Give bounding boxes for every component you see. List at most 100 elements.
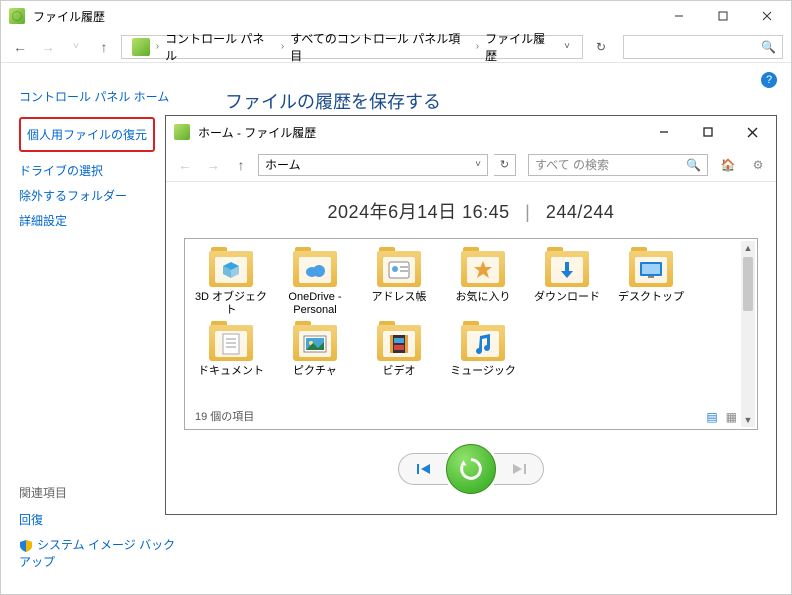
- folder-icon: [629, 251, 673, 287]
- folder-item[interactable]: 3D オブジェクト: [191, 247, 271, 321]
- inner-toolbar: ← → ↑ ホーム ˅ ↻ すべて の検索 🔍 🏠 ⚙: [166, 148, 776, 182]
- gear-icon[interactable]: ⚙: [748, 155, 768, 175]
- timestamp-count: 244/244: [546, 202, 615, 222]
- folder-item[interactable]: ドキュメント: [191, 321, 271, 382]
- folder-label: 3D オブジェクト: [193, 291, 269, 317]
- chevron-right-icon: ›: [476, 41, 479, 52]
- breadcrumb-bar[interactable]: › コントロール パネル › すべてのコントロール パネル項目 › ファイル履歴…: [121, 35, 583, 59]
- file-grid: 3D オブジェクト OneDrive - Personal アドレス帳 お気に入り ダウ…: [185, 239, 757, 391]
- inner-titlebar: ホーム - ファイル履歴: [166, 116, 776, 148]
- skip-back-icon: [416, 463, 432, 475]
- folder-item[interactable]: ピクチャ: [275, 321, 355, 382]
- restore-button[interactable]: [446, 444, 496, 494]
- maximize-button[interactable]: [701, 2, 745, 30]
- nav-exclude-folders[interactable]: 除外するフォルダー: [19, 183, 184, 208]
- scroll-up-icon[interactable]: ▲: [741, 241, 755, 255]
- folder-item[interactable]: アドレス帳: [359, 247, 439, 321]
- related-header: 関連項目: [19, 484, 184, 501]
- inner-forward-button[interactable]: →: [202, 154, 224, 176]
- folder-label: お気に入り: [456, 291, 511, 304]
- refresh-button[interactable]: ↻: [589, 35, 613, 59]
- outer-title: ファイル履歴: [33, 8, 657, 25]
- left-nav: コントロール パネル ホーム 個人用ファイルの復元 ドライブの選択 除外するフォ…: [19, 84, 184, 233]
- inner-address-text: ホーム: [259, 156, 469, 173]
- restore-controls: [166, 444, 776, 494]
- chevron-down-icon[interactable]: ˅: [469, 159, 487, 170]
- status-text: 19 個の項目: [195, 408, 254, 424]
- inner-close-button[interactable]: [730, 118, 774, 146]
- folder-label: ドキュメント: [198, 365, 264, 378]
- main-heading: ファイルの履歴を保存する: [225, 88, 441, 114]
- scroll-thumb[interactable]: [743, 257, 753, 311]
- inner-maximize-button[interactable]: [686, 118, 730, 146]
- inner-minimize-button[interactable]: [642, 118, 686, 146]
- help-icon[interactable]: ?: [761, 72, 777, 88]
- address-icon: [132, 38, 150, 56]
- back-button[interactable]: ←: [9, 36, 31, 58]
- folder-icon: [293, 325, 337, 361]
- folder-icon: [461, 251, 505, 287]
- previous-version-button[interactable]: [398, 453, 448, 485]
- breadcrumb-item[interactable]: ファイル履歴: [485, 30, 556, 64]
- scrollbar[interactable]: ▲ ▼: [741, 241, 755, 427]
- folder-label: デスクトップ: [618, 291, 684, 304]
- breadcrumb-item[interactable]: コントロール パネル: [165, 30, 275, 64]
- skip-forward-icon: [511, 463, 527, 475]
- home-icon[interactable]: 🏠: [718, 155, 738, 175]
- inner-back-button[interactable]: ←: [174, 154, 196, 176]
- inner-search-input[interactable]: すべて の検索 🔍: [528, 154, 708, 176]
- folder-item[interactable]: ダウンロード: [527, 247, 607, 321]
- folder-label: ミュージック: [450, 365, 516, 378]
- outer-titlebar: ファイル履歴: [1, 1, 791, 31]
- folder-icon: [377, 251, 421, 287]
- inner-up-button[interactable]: ↑: [230, 154, 252, 176]
- folder-icon: [209, 325, 253, 361]
- nav-system-image-backup[interactable]: システム イメージ バックアップ: [19, 532, 184, 574]
- breadcrumb-item[interactable]: すべてのコントロール パネル項目: [290, 30, 470, 64]
- nav-restore-files[interactable]: 個人用ファイルの復元: [27, 122, 147, 147]
- search-placeholder: すべて の検索: [535, 156, 609, 173]
- search-icon: 🔍: [686, 158, 701, 172]
- folder-icon: [293, 251, 337, 287]
- inner-refresh-button[interactable]: ↻: [494, 154, 516, 176]
- next-version-button[interactable]: [494, 453, 544, 485]
- inner-window: ホーム - ファイル履歴 ← → ↑ ホーム ˅ ↻ すべて の検索 🔍 🏠 ⚙: [165, 115, 777, 515]
- folder-icon: [377, 325, 421, 361]
- folder-item[interactable]: デスクトップ: [611, 247, 691, 321]
- folder-item[interactable]: ミュージック: [443, 321, 523, 382]
- nav-advanced[interactable]: 詳細設定: [19, 208, 184, 233]
- outer-search-input[interactable]: 🔍: [623, 35, 783, 59]
- folder-icon: [545, 251, 589, 287]
- shield-icon: [19, 539, 33, 553]
- close-button[interactable]: [745, 2, 789, 30]
- chevron-right-icon: ›: [156, 41, 159, 52]
- outer-toolbar: ← → ˅ ↑ › コントロール パネル › すべてのコントロール パネル項目 …: [1, 31, 791, 63]
- timestamp-date: 2024年6月14日 16:45: [328, 202, 510, 222]
- inner-title: ホーム - ファイル履歴: [198, 124, 642, 141]
- inner-address-bar[interactable]: ホーム ˅: [258, 154, 488, 176]
- folder-item[interactable]: お気に入り: [443, 247, 523, 321]
- folder-icon: [209, 251, 253, 287]
- recent-dropdown[interactable]: ˅: [65, 36, 87, 58]
- breadcrumb-dropdown[interactable]: ˅: [558, 41, 576, 52]
- details-view-icon[interactable]: ▤: [706, 410, 717, 424]
- file-history-icon: [174, 124, 190, 140]
- scroll-down-icon[interactable]: ▼: [741, 413, 755, 427]
- nav-recovery[interactable]: 回復: [19, 507, 184, 532]
- folder-item[interactable]: ビデオ: [359, 321, 439, 382]
- up-button[interactable]: ↑: [93, 36, 115, 58]
- nav-cp-home[interactable]: コントロール パネル ホーム: [19, 84, 184, 109]
- minimize-button[interactable]: [657, 2, 701, 30]
- folder-label: アドレス帳: [372, 291, 427, 304]
- folder-label: ピクチャ: [293, 365, 337, 378]
- forward-button[interactable]: →: [37, 36, 59, 58]
- folder-label: ダウンロード: [534, 291, 600, 304]
- large-icons-view-icon[interactable]: ▦: [726, 410, 737, 424]
- nav-select-drive[interactable]: ドライブの選択: [19, 158, 184, 183]
- folder-item[interactable]: OneDrive - Personal: [275, 247, 355, 321]
- file-area: 3D オブジェクト OneDrive - Personal アドレス帳 お気に入り ダウ…: [184, 238, 758, 430]
- search-icon: 🔍: [761, 40, 776, 54]
- folder-label: OneDrive - Personal: [277, 291, 353, 317]
- chevron-right-icon: ›: [281, 41, 284, 52]
- file-history-icon: [9, 8, 25, 24]
